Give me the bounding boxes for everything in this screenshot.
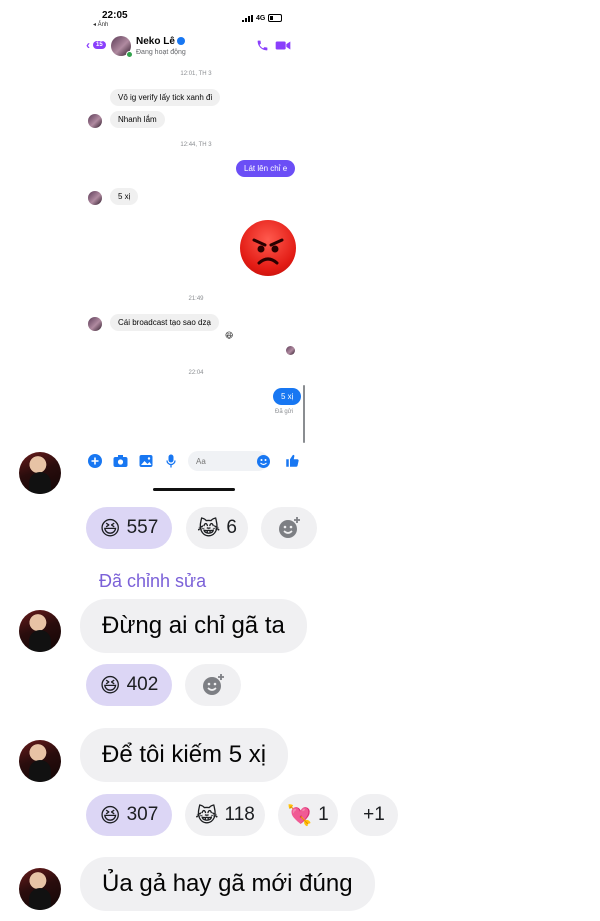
scrollbar[interactable] xyxy=(303,385,305,443)
commenter-avatar[interactable] xyxy=(19,452,61,494)
laughing-face-icon: 😆 xyxy=(99,516,121,540)
laughing-face-icon: 😆 xyxy=(99,803,121,827)
comment-text[interactable]: Ủa gả hay gã mới đúng xyxy=(80,857,375,911)
sender-avatar xyxy=(88,191,102,205)
battery-icon xyxy=(268,14,283,22)
sent-status: Đã gửi xyxy=(275,409,294,415)
image-icon[interactable] xyxy=(139,454,153,468)
sender-avatar xyxy=(88,317,102,331)
reaction-count: 118 xyxy=(224,804,255,825)
reaction-count: 307 xyxy=(126,804,159,825)
comment-text[interactable]: Để tôi kiếm 5 xị xyxy=(80,728,289,782)
verified-badge-icon xyxy=(176,37,185,45)
heart-arrow-icon: 💘 xyxy=(287,803,313,827)
commenter-avatar[interactable] xyxy=(19,740,61,782)
add-reaction-button[interactable] xyxy=(261,507,317,549)
comment-text[interactable]: Đừng ai chỉ gã ta xyxy=(80,599,307,653)
more-reactions-pill[interactable]: +1 xyxy=(350,794,398,836)
commenter-avatar[interactable] xyxy=(19,610,61,652)
message-input[interactable] xyxy=(188,451,268,471)
laughing-face-icon: 😆 xyxy=(99,673,121,697)
incoming-message[interactable]: 5 xị xyxy=(110,188,139,205)
reaction-count: 1 xyxy=(318,804,329,825)
plus-icon[interactable] xyxy=(88,454,102,468)
messenger-screenshot: 22:05 ◂ Ảnh 4G ‹ 15 Neko Lê Đang hoạt độ… xyxy=(80,0,312,500)
signal-icon xyxy=(242,14,253,22)
incoming-message[interactable]: Vô ig verify lấy tick xanh đi xyxy=(110,89,221,106)
crying-cat-icon: 😹 xyxy=(195,803,219,827)
reaction-count: 6 xyxy=(226,517,237,538)
online-dot xyxy=(126,51,133,58)
angry-face-icon[interactable] xyxy=(240,220,296,276)
incoming-message[interactable]: Cái broadcast tạo sao dzạ xyxy=(110,314,219,331)
timestamp: 12:44, TH 3 xyxy=(180,142,212,148)
timestamp: 22:04 xyxy=(188,370,204,376)
video-call-icon[interactable] xyxy=(275,39,291,52)
more-reactions-count: +1 xyxy=(363,804,385,825)
back-icon[interactable]: ‹ xyxy=(86,38,90,52)
add-reaction-icon xyxy=(203,674,224,695)
timestamp: 12:01, TH 3 xyxy=(180,71,212,77)
reaction-count: 402 xyxy=(126,674,159,695)
home-indicator xyxy=(153,488,235,491)
status-time: 22:05 xyxy=(102,10,128,21)
status-back-label: ◂ Ảnh xyxy=(93,22,109,28)
back-unread-count: 15 xyxy=(93,41,106,49)
message-reaction-icon: 😆 xyxy=(225,331,234,340)
contact-name[interactable]: Neko Lê xyxy=(136,36,185,47)
outgoing-message[interactable]: 5 xị xyxy=(273,388,302,405)
reaction-laugh-pill[interactable]: 😆 307 xyxy=(86,794,172,836)
reaction-cat-pill[interactable]: 😹 118 xyxy=(185,794,265,836)
reaction-laugh-pill[interactable]: 😆 402 xyxy=(86,664,172,706)
phone-call-icon[interactable] xyxy=(256,39,269,52)
camera-icon[interactable] xyxy=(113,454,128,468)
reaction-cat-pill[interactable]: 😹 6 xyxy=(186,507,248,549)
outgoing-message[interactable]: Lát lên chỉ e xyxy=(236,160,296,177)
reaction-count: 557 xyxy=(126,517,159,538)
microphone-icon[interactable] xyxy=(166,454,176,468)
reaction-heart-pill[interactable]: 💘 1 xyxy=(278,794,338,836)
sender-avatar xyxy=(88,114,102,128)
add-reaction-button[interactable] xyxy=(185,664,241,706)
incoming-message[interactable]: Nhanh lắm xyxy=(110,111,165,128)
edited-label: Đã chỉnh sửa xyxy=(99,571,207,591)
network-label: 4G xyxy=(256,14,266,22)
contact-status: Đang hoạt động xyxy=(136,49,186,56)
seen-avatar xyxy=(286,346,295,355)
thumbs-up-icon[interactable] xyxy=(285,453,300,468)
crying-cat-icon: 😹 xyxy=(197,516,221,540)
add-reaction-icon xyxy=(279,517,300,538)
commenter-avatar[interactable] xyxy=(19,868,61,910)
status-indicators: 4G xyxy=(242,14,283,22)
timestamp: 21:49 xyxy=(188,296,204,302)
reaction-laugh-pill[interactable]: 😆 557 xyxy=(86,507,172,549)
emoji-icon[interactable] xyxy=(257,455,270,468)
